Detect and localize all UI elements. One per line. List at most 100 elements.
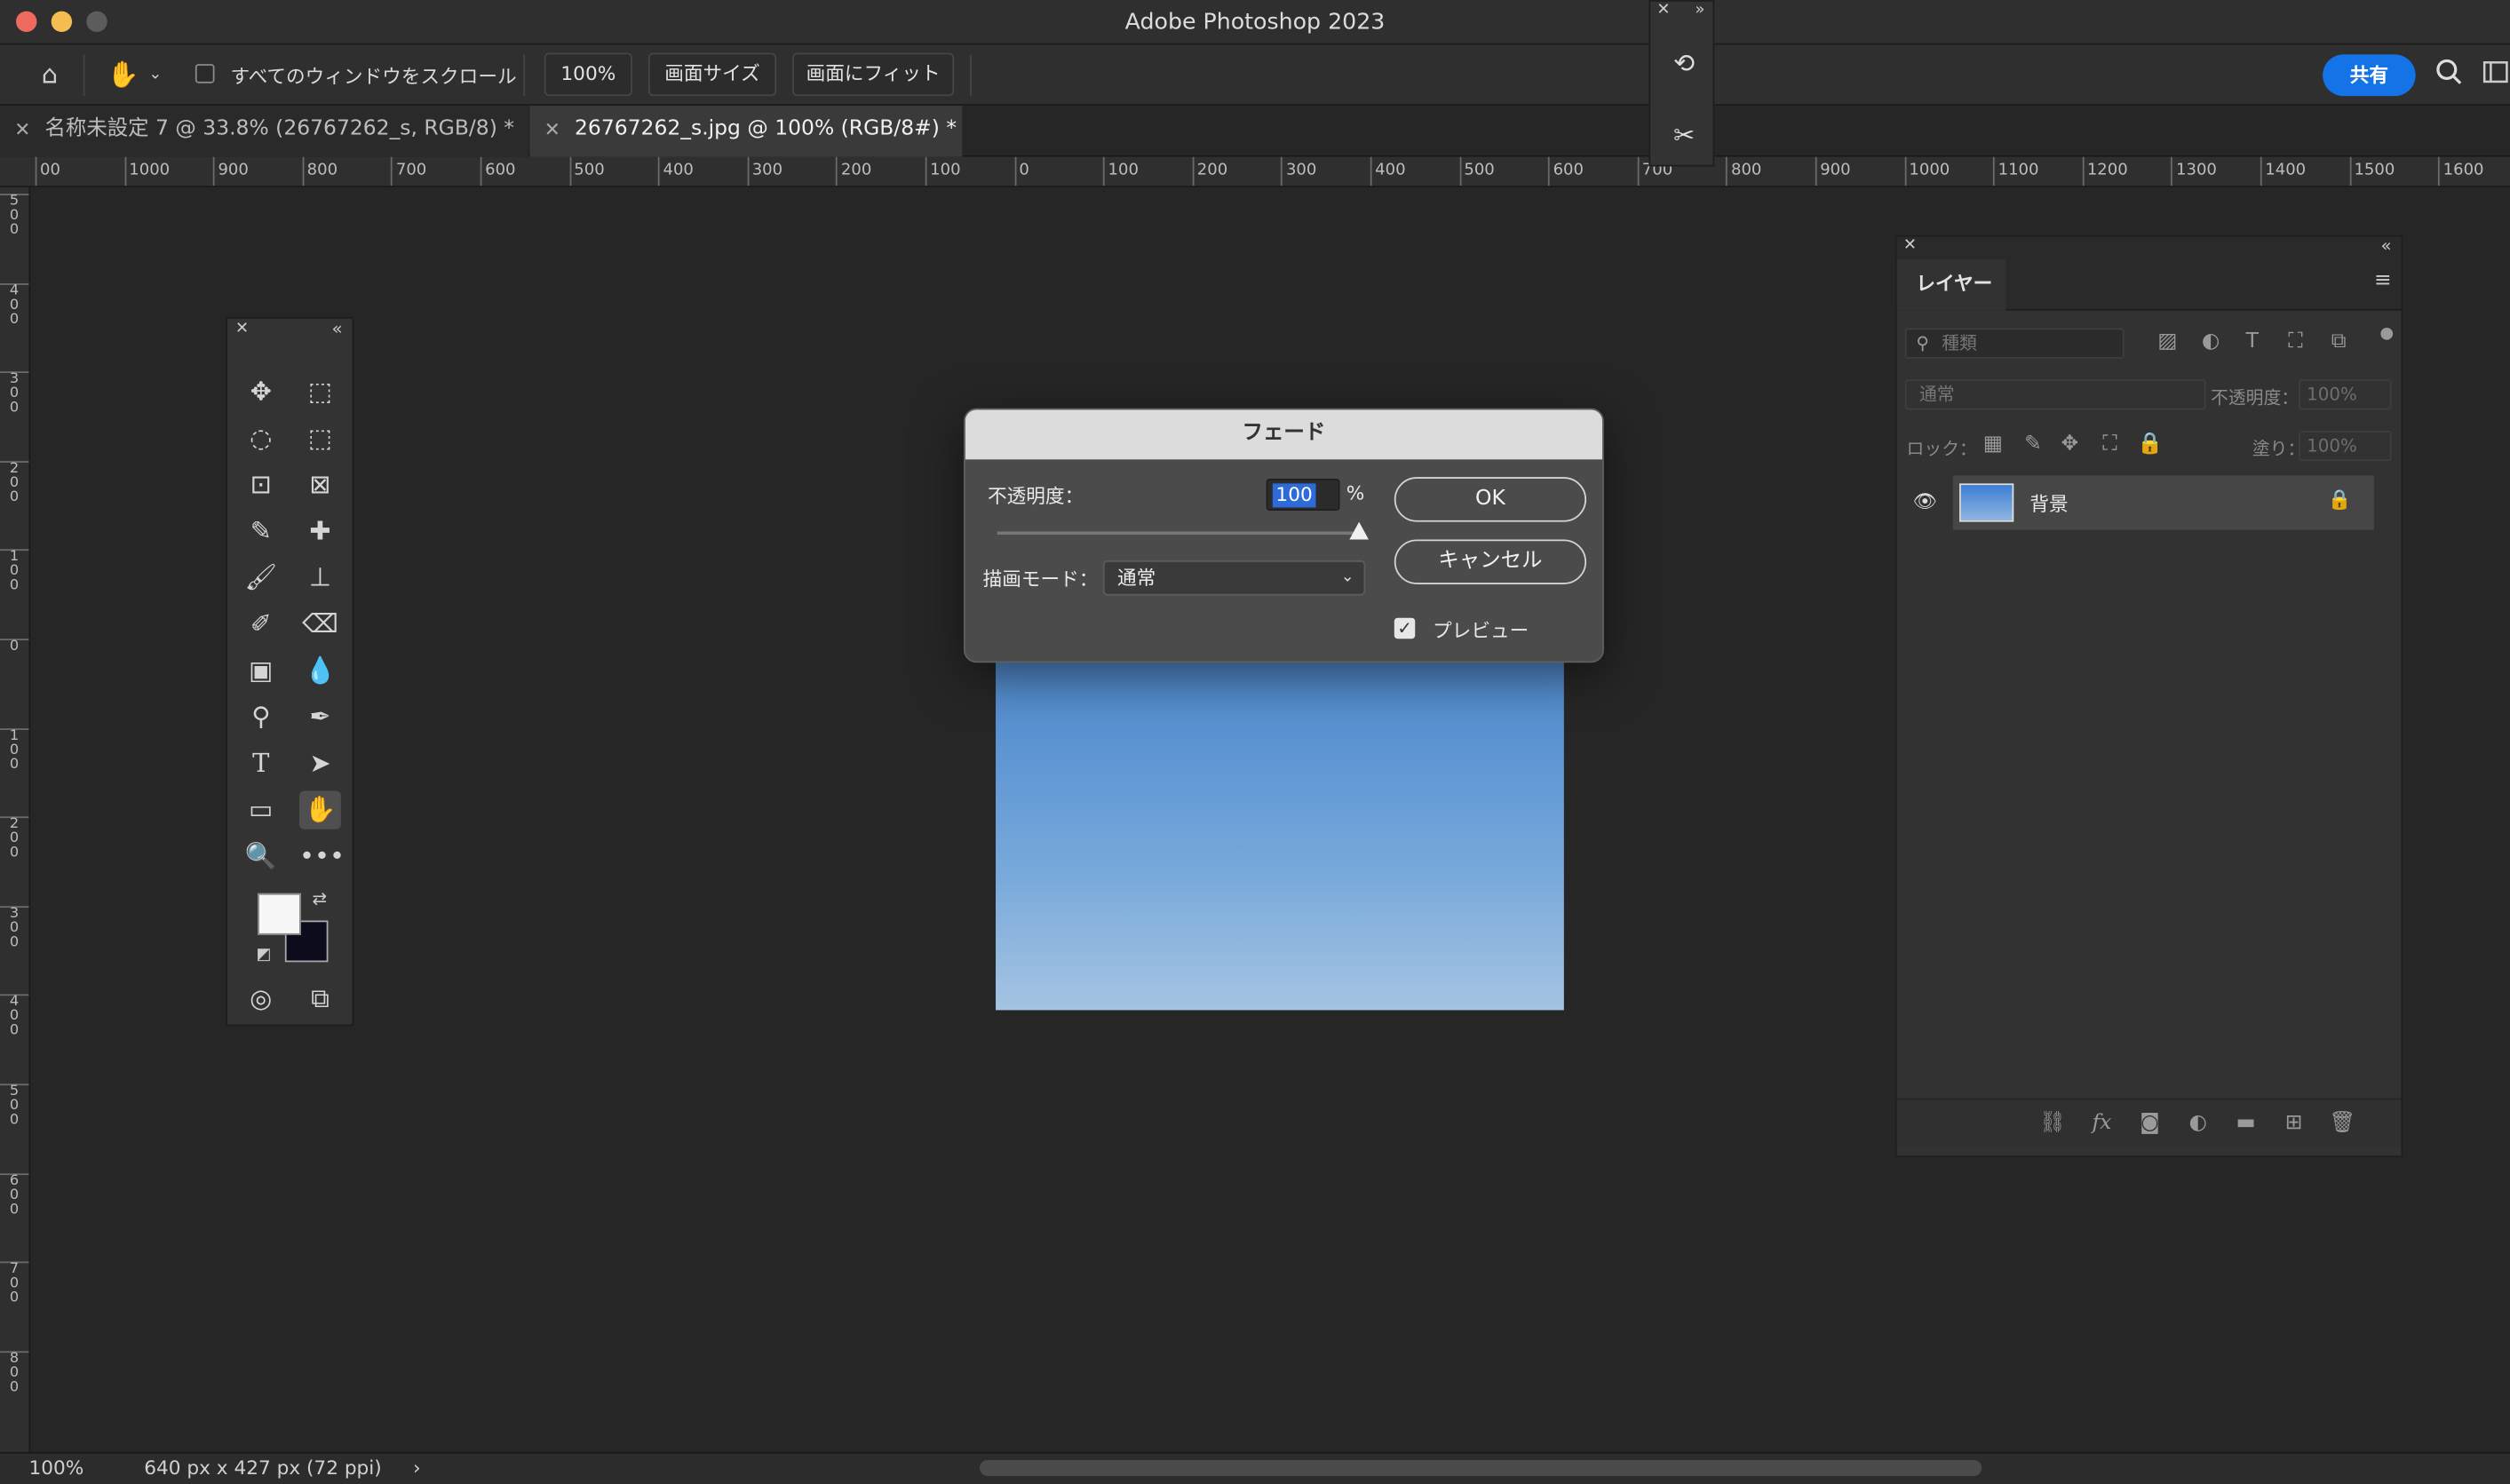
add-mask-icon[interactable]: ◙ <box>2137 1111 2163 1135</box>
object-select-tool-icon[interactable]: ⬚ <box>299 419 341 457</box>
fit-screen-button[interactable]: 画面にフィット <box>792 52 955 97</box>
ruler-tick-label: 1000 <box>1904 156 1950 186</box>
lock-all-icon[interactable]: 🔒 <box>2137 433 2163 456</box>
search-icon[interactable] <box>2432 58 2467 93</box>
ruler-tick-label: 600 <box>0 1172 29 1218</box>
lock-image-icon[interactable]: ✎ <box>2021 433 2046 456</box>
zoom-100-button[interactable]: 100% <box>544 52 632 97</box>
adjustment-layer-icon[interactable]: ◐ <box>2185 1111 2211 1135</box>
tab-layers[interactable]: レイヤー <box>1896 259 2006 311</box>
scroll-all-checkbox[interactable] <box>195 64 215 83</box>
expand-icon[interactable]: » <box>1695 2 1704 20</box>
ruler-tick-label: 0 <box>0 639 29 655</box>
layers-panel: ✕ « レイヤー ≡ ⚲ 種類 ▨ ◐ T ⛶ ⧉ ● 通常 不透明度： 100… <box>1894 234 2403 1158</box>
foreground-color-swatch[interactable] <box>258 893 301 935</box>
layer-blend-mode-select[interactable]: 通常 <box>1904 379 2206 410</box>
ok-button[interactable]: OK <box>1394 477 1587 522</box>
close-icon[interactable]: ✕ <box>1656 2 1670 20</box>
default-colors-icon[interactable]: ◩ <box>256 946 271 964</box>
smart-object-filter-icon[interactable]: ⧉ <box>2326 329 2352 353</box>
collapse-icon[interactable]: « <box>332 319 343 339</box>
hand-tool-icon[interactable]: ✋ <box>299 790 341 829</box>
more-tools-icon[interactable]: ••• <box>299 837 345 876</box>
chevron-down-icon[interactable]: ⌄ <box>144 58 166 93</box>
ruler-tick-label: 1200 <box>2082 156 2128 186</box>
opacity-slider[interactable] <box>997 531 1360 536</box>
type-tool-icon[interactable]: T <box>240 744 282 782</box>
history-icon[interactable]: ⟲ <box>1666 46 1702 82</box>
filter-toggle-icon[interactable]: ● <box>2374 325 2400 343</box>
ruler-tick-label: 400 <box>0 282 29 327</box>
tab-label: 名称未設定 7 @ 33.8% (26767262_s, RGB/8) * <box>44 116 515 141</box>
fx-icon[interactable]: fx <box>2089 1111 2115 1135</box>
close-icon[interactable]: ✕ <box>544 106 560 154</box>
tab-document-1[interactable]: ✕ 名称未設定 7 @ 33.8% (26767262_s, RGB/8) * <box>0 105 528 157</box>
rectangle-tool-icon[interactable]: ▭ <box>240 790 282 829</box>
home-icon[interactable]: ⌂ <box>32 58 68 93</box>
eye-icon[interactable]: 👁 <box>1913 490 1937 512</box>
mode-label: 描画モード： <box>982 567 1099 591</box>
layers-panel-header: ✕ « <box>1896 235 2402 260</box>
horizontal-scrollbar[interactable] <box>980 1459 1982 1476</box>
ruler-tick-label: 1400 <box>2260 156 2306 186</box>
dodge-tool-icon[interactable]: ⚲ <box>240 698 282 736</box>
horizontal-ruler: 00 1000 900 800 700 600 500 400 300 200 100 0 100 200… <box>0 156 2510 187</box>
eraser-tool-icon[interactable]: ⌫ <box>299 605 341 643</box>
lock-transparent-icon[interactable]: ▦ <box>1980 433 2006 456</box>
close-icon[interactable]: ✕ <box>14 106 30 154</box>
tab-document-2[interactable]: ✕ 26767262_s.jpg @ 100% (RGB/8#) * <box>529 105 963 157</box>
workspace-icon[interactable] <box>2482 58 2510 93</box>
adjustment-filter-icon[interactable]: ◐ <box>2198 329 2224 353</box>
fill-input[interactable]: 100% <box>2299 430 2392 462</box>
zoom-tool-icon[interactable]: 🔍 <box>240 837 282 876</box>
chevron-right-icon[interactable]: › <box>413 1456 421 1479</box>
move-tool-icon[interactable]: ✥ <box>240 373 282 411</box>
layer-filter-select[interactable]: ⚲ 種類 <box>1904 328 2125 359</box>
blur-tool-icon[interactable]: 💧 <box>299 652 341 690</box>
opacity-input[interactable]: 100 <box>1266 478 1340 512</box>
marquee-tool-icon[interactable]: ⬚ <box>299 373 341 411</box>
tab-label: 26767262_s.jpg @ 100% (RGB/8#) * <box>575 116 957 141</box>
panel-menu-icon[interactable]: ≡ <box>2374 269 2392 293</box>
lock-position-icon[interactable]: ✥ <box>2057 433 2083 456</box>
gradient-tool-icon[interactable]: ▣ <box>240 652 282 690</box>
zoom-level[interactable]: 100% <box>28 1456 83 1479</box>
pen-tool-icon[interactable]: ✒ <box>299 698 341 736</box>
options-bar: ⌂ ✋ ⌄ すべてのウィンドウをスクロール 100% 画面サイズ 画面にフィット… <box>0 44 2510 106</box>
lasso-tool-icon[interactable]: ◌ <box>240 419 282 457</box>
collapse-icon[interactable]: « <box>2380 235 2391 256</box>
ruler-tick-label: 200 <box>1192 156 1227 186</box>
quick-mask-icon[interactable]: ◎ <box>240 980 282 1018</box>
eyedropper-tool-icon[interactable]: ✎ <box>240 512 282 551</box>
tool-presets-icon[interactable]: ✂ <box>1666 118 1702 154</box>
swap-colors-icon[interactable]: ⇄ <box>312 888 327 909</box>
new-group-icon[interactable]: ▬ <box>2233 1111 2259 1135</box>
link-layers-icon[interactable]: ⛓ <box>2039 1111 2066 1135</box>
hand-tool-icon[interactable]: ✋ <box>106 58 141 93</box>
layer-row[interactable]: 背景 🔒 <box>1952 475 2374 530</box>
share-button[interactable]: 共有 <box>2323 54 2416 97</box>
trash-icon[interactable]: 🗑 <box>2329 1111 2355 1135</box>
close-icon[interactable]: ✕ <box>235 321 249 338</box>
shape-filter-icon[interactable]: ⛶ <box>2283 329 2308 353</box>
lock-artboard-icon[interactable]: ⛶ <box>2097 433 2123 456</box>
actual-size-button[interactable]: 画面サイズ <box>647 52 777 97</box>
cancel-button[interactable]: キャンセル <box>1394 539 1587 584</box>
healing-brush-icon[interactable]: ✚ <box>299 512 341 551</box>
brush-tool-icon[interactable]: 🖌 <box>240 559 282 597</box>
preview-checkbox[interactable]: ✓ <box>1394 617 1416 639</box>
layer-opacity-input[interactable]: 100% <box>2299 379 2392 410</box>
type-filter-icon[interactable]: T <box>2239 329 2265 353</box>
opacity-slider-thumb[interactable] <box>1349 521 1369 540</box>
history-brush-icon[interactable]: ✐ <box>240 605 282 643</box>
screen-mode-icon[interactable]: ⧉ <box>299 980 341 1018</box>
crop-tool-icon[interactable]: ⊡ <box>240 466 282 504</box>
stamp-tool-icon[interactable]: ⊥ <box>299 559 341 597</box>
canvas-image[interactable] <box>996 621 1564 1011</box>
new-layer-icon[interactable]: ⊞ <box>2281 1111 2307 1135</box>
close-icon[interactable]: ✕ <box>1903 237 1917 255</box>
image-filter-icon[interactable]: ▨ <box>2155 329 2180 353</box>
frame-tool-icon[interactable]: ⊠ <box>299 466 341 504</box>
blend-mode-select[interactable]: 通常 ⌄ <box>1102 559 1366 596</box>
path-select-tool-icon[interactable]: ➤ <box>299 744 341 782</box>
